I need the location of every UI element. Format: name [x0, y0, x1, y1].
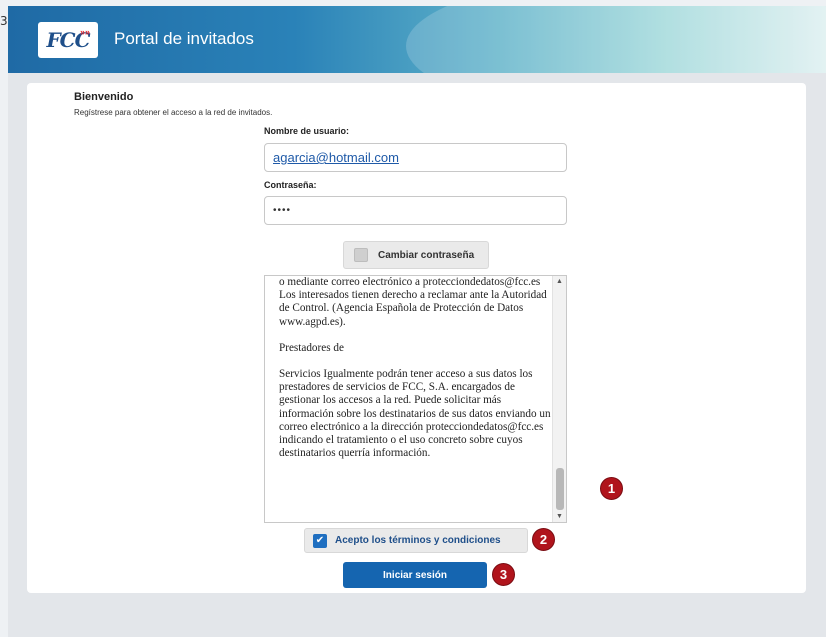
- header-decoration: [406, 6, 826, 73]
- password-input[interactable]: ••••: [264, 196, 567, 225]
- username-label: Nombre de usuario:: [264, 126, 350, 136]
- welcome-heading: Bienvenido: [74, 91, 134, 103]
- step-badge-3: 3: [492, 563, 515, 586]
- step-badge-2: 2: [532, 528, 555, 551]
- terms-text: o mediante correo electrónico a protecci…: [279, 276, 551, 473]
- subtitle: Regístrese para obtener el acceso a la r…: [74, 108, 273, 117]
- accept-terms-label: Acepto los términos y condiciones: [335, 535, 501, 546]
- header: FCC »» Portal de invitados: [8, 6, 826, 73]
- terms-paragraph: Servicios Igualmente podrán tener acceso…: [279, 368, 551, 460]
- login-button[interactable]: Iniciar sesión: [343, 562, 487, 588]
- change-password-checkbox[interactable]: [354, 248, 368, 262]
- username-input[interactable]: agarcia@hotmail.com: [264, 143, 567, 172]
- scroll-down-icon[interactable]: ▼: [556, 513, 563, 520]
- stray-mark: 3: [0, 14, 8, 28]
- scroll-thumb[interactable]: [556, 468, 564, 510]
- terms-textbox[interactable]: o mediante correo electrónico a protecci…: [264, 275, 567, 523]
- step-badge-1: 1: [600, 477, 623, 500]
- login-card: Bienvenido Regístrese para obtener el ac…: [27, 83, 806, 593]
- change-password-label: Cambiar contraseña: [378, 249, 475, 261]
- portal-title: Portal de invitados: [114, 29, 254, 48]
- scroll-up-icon[interactable]: ▲: [556, 278, 563, 285]
- fcc-logo: FCC »»: [38, 22, 98, 58]
- logo-arrows: »»: [79, 27, 90, 37]
- accept-terms-checkbox[interactable]: ✔ Acepto los términos y condiciones: [304, 528, 528, 553]
- terms-paragraph: Prestadores de: [279, 341, 344, 354]
- terms-paragraph: o mediante correo electrónico a protecci…: [279, 276, 547, 328]
- page: FCC »» Portal de invitados Bienvenido Re…: [8, 6, 826, 637]
- change-password-toggle[interactable]: Cambiar contraseña: [343, 241, 489, 269]
- terms-scrollbar[interactable]: ▲ ▼: [552, 276, 566, 522]
- password-label: Contraseña:: [264, 180, 317, 190]
- check-icon[interactable]: ✔: [313, 533, 327, 548]
